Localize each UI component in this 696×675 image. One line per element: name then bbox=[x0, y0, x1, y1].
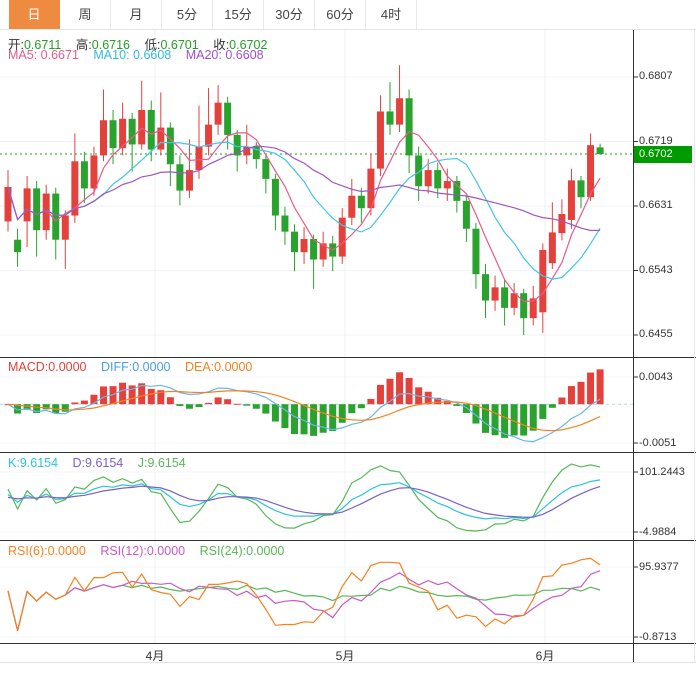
ma-legend: MA5: 0.6671 MA10: 0.6608 MA20: 0.6608 bbox=[8, 48, 275, 62]
rsi6-label: RSI(6): bbox=[8, 544, 48, 558]
d-label: D: bbox=[73, 456, 86, 470]
rsi12-value: 0.0000 bbox=[147, 544, 185, 558]
y-tick-kdj: 101.2443 bbox=[639, 466, 685, 478]
macd-label: MACD: bbox=[8, 360, 48, 374]
chart-canvas[interactable] bbox=[0, 0, 696, 675]
y-tick-main: 0.6631 bbox=[639, 199, 673, 211]
tab-month[interactable]: 月 bbox=[111, 0, 162, 29]
diff-label: DIFF: bbox=[101, 360, 132, 374]
y-tick-main: 0.6807 bbox=[639, 70, 673, 82]
tab-week[interactable]: 周 bbox=[60, 0, 111, 29]
macd-legend: MACD:0.0000 DIFF:0.0000 DEA:0.0000 bbox=[8, 360, 263, 374]
ma10-label: MA10: bbox=[93, 48, 129, 62]
chart-area: 日 周 月 5分 15分 30分 60分 4时 开:0.6711 高:0.671… bbox=[0, 0, 696, 675]
ma20-value: 0.6608 bbox=[225, 48, 263, 62]
ma5-label: MA5: bbox=[8, 48, 37, 62]
k-label: K: bbox=[8, 456, 20, 470]
d-value: 9.6154 bbox=[85, 456, 123, 470]
y-tick-rsi: -0.8713 bbox=[639, 631, 676, 643]
y-tick-macd: 0.0043 bbox=[639, 371, 673, 383]
x-label-may: 5月 bbox=[336, 647, 355, 664]
tab-15min[interactable]: 15分 bbox=[213, 0, 264, 29]
y-tick-kdj: -4.9884 bbox=[639, 526, 676, 538]
y-tick-main: 0.6543 bbox=[639, 264, 673, 276]
rsi12-label: RSI(12): bbox=[100, 544, 147, 558]
x-label-june: 6月 bbox=[536, 647, 555, 664]
rsi24-label: RSI(24): bbox=[200, 544, 247, 558]
diff-value: 0.0000 bbox=[132, 360, 170, 374]
ma20-label: MA20: bbox=[186, 48, 222, 62]
tab-60min[interactable]: 60分 bbox=[315, 0, 366, 29]
tab-4hour[interactable]: 4时 bbox=[366, 0, 417, 29]
kdj-legend: K:9.6154 D:9.6154 J:9.6154 bbox=[8, 456, 197, 470]
rsi6-value: 0.0000 bbox=[48, 544, 86, 558]
tab-30min[interactable]: 30分 bbox=[264, 0, 315, 29]
rsi24-value: 0.0000 bbox=[246, 544, 284, 558]
y-tick-rsi: 95.9377 bbox=[639, 561, 679, 573]
rsi-legend: RSI(6):0.0000 RSI(12):0.0000 RSI(24):0.0… bbox=[8, 544, 295, 558]
tab-5min[interactable]: 5分 bbox=[162, 0, 213, 29]
dea-value: 0.0000 bbox=[214, 360, 252, 374]
y-tick-main: 0.6455 bbox=[639, 328, 673, 340]
tab-day[interactable]: 日 bbox=[9, 0, 60, 29]
x-label-april: 4月 bbox=[146, 647, 165, 664]
macd-value: 0.0000 bbox=[48, 360, 86, 374]
ma5-value: 0.6671 bbox=[41, 48, 79, 62]
ma10-value: 0.6608 bbox=[133, 48, 171, 62]
timeframe-tabbar: 日 周 月 5分 15分 30分 60分 4时 bbox=[0, 0, 696, 30]
y-tick-macd: -0.0051 bbox=[639, 437, 676, 449]
k-value: 9.6154 bbox=[20, 456, 58, 470]
last-price-tag: 0.6702 bbox=[634, 146, 692, 163]
dea-label: DEA: bbox=[185, 360, 214, 374]
j-value: 9.6154 bbox=[147, 456, 185, 470]
